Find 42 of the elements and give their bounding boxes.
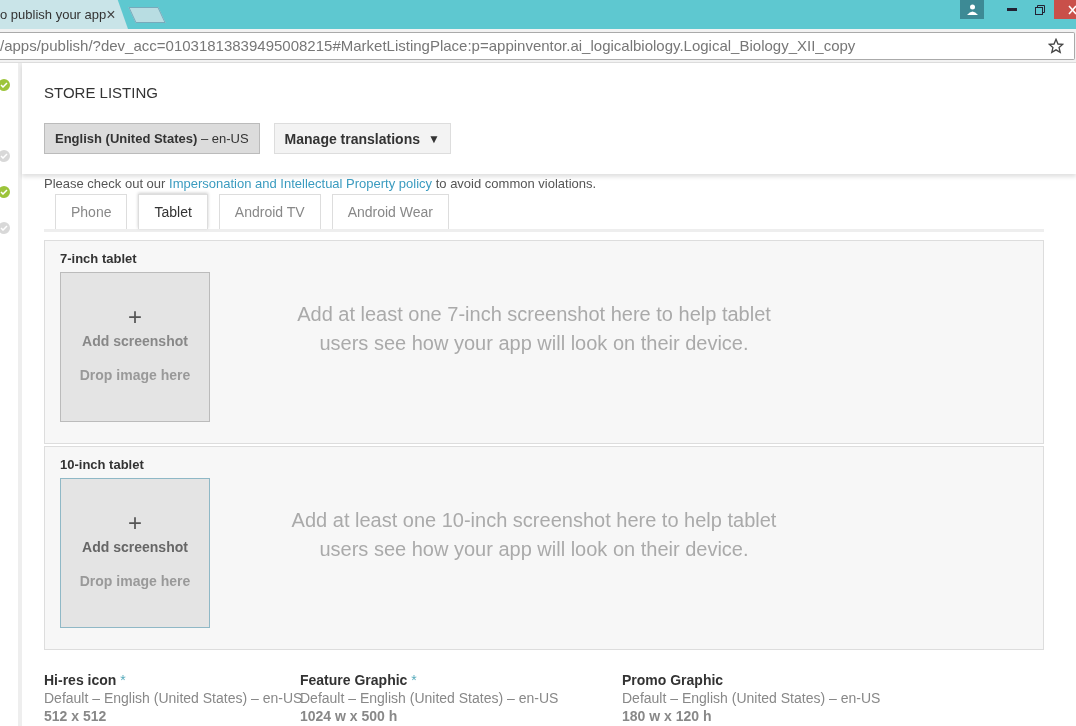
url-text: /apps/publish/?dev_acc=01031813839495008215#MarketListingPlace:p=appinventor.ai_logicalbiology.Logical_Biology_XII_copy xyxy=(0,37,856,54)
graphic-title: Hi-res icon * xyxy=(44,672,127,688)
close-icon xyxy=(1068,4,1076,15)
browser-tab[interactable]: o publish your app× xyxy=(0,0,128,29)
section-title: 7-inch tablet xyxy=(60,251,138,266)
device-tab[interactable]: Android Wear xyxy=(331,194,449,229)
section-title: 10-inch tablet xyxy=(60,457,145,472)
graphic-language: Default – English (United States) – en-US xyxy=(44,690,300,706)
policy-link[interactable]: Impersonation and Intellectual Property policy xyxy=(169,176,433,191)
user-button[interactable] xyxy=(960,0,984,19)
language-button[interactable]: English (United States) – en-US xyxy=(44,123,260,154)
device-tab[interactable]: Phone xyxy=(55,194,128,229)
graphic-language: Default – English (United States) – en-US xyxy=(622,690,882,706)
section-hint: Add at least one 7-inch screenshot here to help tablet users see how your app will look on their device. xyxy=(296,302,772,356)
device-tab[interactable]: Android TV xyxy=(218,194,321,229)
plus-icon: + xyxy=(128,513,142,533)
policy-notice: Please check out our Impersonation and Intellectual Property policy to avoid common violations. xyxy=(44,176,598,192)
graphic-language: Default – English (United States) – en-US xyxy=(300,690,560,706)
graphic-title: Feature Graphic * xyxy=(300,672,418,688)
add-screenshot-label: Add screenshot xyxy=(82,539,188,555)
address-bar[interactable]: /apps/publish/?dev_acc=01031813839495008215#MarketListingPlace:p=appinventor.ai_logicalbiology.Logical_Biology_XII_copy xyxy=(0,31,1075,60)
drop-image-label: Drop image here xyxy=(79,367,191,383)
add-screenshot-label: Add screenshot xyxy=(82,333,188,349)
star-icon[interactable] xyxy=(1048,37,1064,54)
drop-image-label: Drop image here xyxy=(79,573,191,589)
graphic-size: 512 x 512 xyxy=(44,708,108,724)
close-window-button[interactable] xyxy=(1054,0,1076,19)
manage-translations-button[interactable]: Manage translations ▼ xyxy=(273,123,451,154)
screenshot-drop-zone[interactable]: + Add screenshot Drop image here xyxy=(60,272,210,422)
screenshot-drop-zone[interactable]: + Add screenshot Drop image here xyxy=(60,478,210,628)
graphic-size: 180 w x 120 h xyxy=(622,708,713,724)
restore-icon xyxy=(1035,4,1045,15)
close-icon[interactable]: × xyxy=(106,5,116,24)
graphic-size: 1024 w x 500 h xyxy=(300,708,399,724)
page-title: STORE LISTING xyxy=(44,84,159,101)
section-hint: Add at least one 10-inch screenshot here to help tablet users see how your app will look on their device. xyxy=(290,508,778,562)
user-icon xyxy=(966,4,978,15)
minimize-icon xyxy=(1007,8,1017,11)
device-tab[interactable]: Tablet xyxy=(138,194,208,229)
graphic-title: Promo Graphic xyxy=(622,672,725,688)
tab-title: o publish your app xyxy=(0,7,107,22)
plus-icon: + xyxy=(128,307,142,327)
